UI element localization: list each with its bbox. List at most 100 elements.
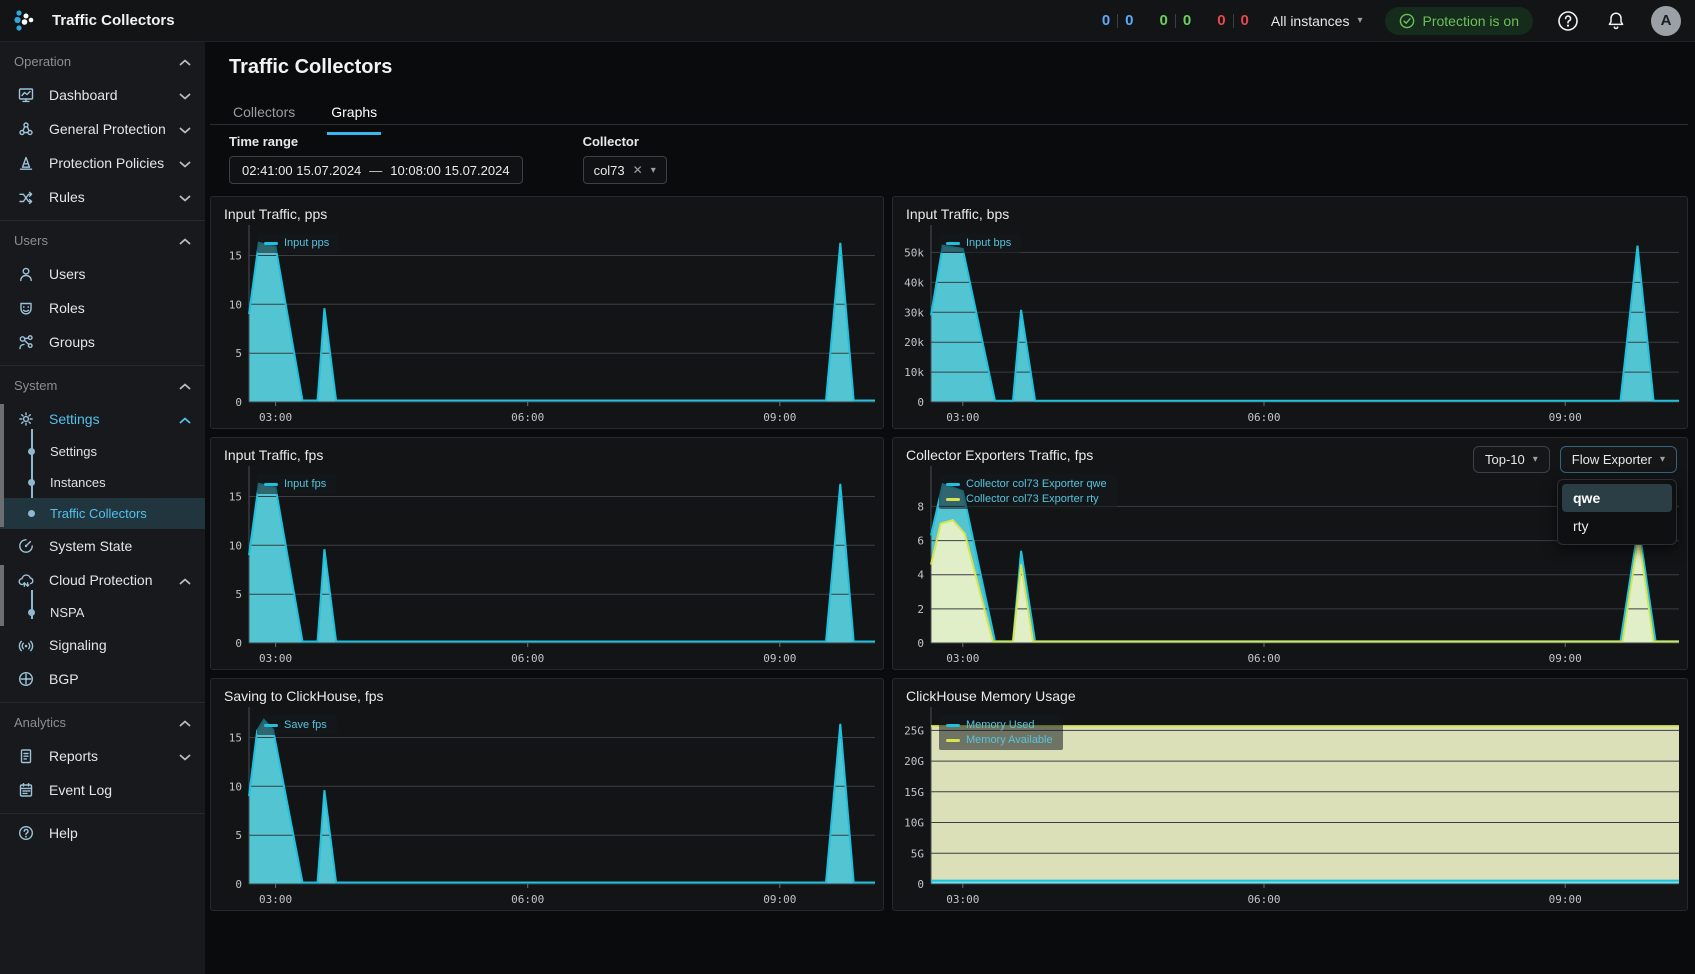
svg-text:15G: 15G: [904, 786, 924, 799]
svg-text:0: 0: [235, 637, 242, 650]
tab-collectors[interactable]: Collectors: [229, 98, 299, 135]
legend-item[interactable]: Save fps: [264, 719, 327, 731]
legend-label: Input bps: [966, 237, 1011, 249]
groups-icon: [17, 333, 35, 351]
protection-label: Protection is on: [1423, 13, 1520, 29]
sidebar-item-protection-policies[interactable]: Protection Policies: [0, 146, 205, 180]
svg-text:09:00: 09:00: [1549, 411, 1582, 424]
collector-value: col73: [594, 163, 625, 178]
event-log-icon: [17, 781, 35, 799]
svg-text:0: 0: [235, 396, 242, 409]
svg-text:10: 10: [229, 780, 242, 793]
counter-pair[interactable]: 00: [1160, 12, 1192, 29]
notifications-button[interactable]: [1603, 8, 1629, 34]
legend-item[interactable]: Collector col73 Exporter qwe: [946, 478, 1107, 490]
legend-item[interactable]: Input pps: [264, 237, 329, 249]
nav-children: NSPA: [0, 597, 205, 628]
svg-text:03:00: 03:00: [946, 652, 979, 665]
remove-collector-icon[interactable]: ✕: [633, 163, 643, 177]
section-header-analytics[interactable]: Analytics: [0, 705, 205, 739]
user-avatar[interactable]: A: [1651, 6, 1681, 36]
sidebar-item-label: Help: [49, 825, 78, 841]
sidebar-item-signaling[interactable]: Signaling: [0, 628, 205, 662]
chart-canvas: 05G10G15G20G25G03:0006:0009:00: [893, 679, 1687, 910]
signaling-icon: [17, 636, 35, 654]
sidebar-item-bgp[interactable]: BGP: [0, 662, 205, 696]
section-label: Analytics: [14, 715, 66, 730]
section-header-system[interactable]: System: [0, 368, 205, 402]
svg-text:10G: 10G: [904, 817, 924, 830]
time-range-label: Time range: [229, 134, 523, 149]
svg-text:06:00: 06:00: [511, 411, 544, 424]
legend-swatch-icon: [264, 483, 278, 486]
charts-grid: 05101503:0006:0009:00Input Traffic, ppsI…: [210, 196, 1688, 911]
flow-exporter-option-qwe[interactable]: qwe: [1562, 484, 1672, 512]
section-header-users[interactable]: Users: [0, 223, 205, 257]
counter-pair[interactable]: 00: [1217, 12, 1249, 29]
svg-text:2: 2: [917, 603, 924, 616]
svg-text:6: 6: [917, 535, 924, 548]
settings-icon: [17, 410, 35, 428]
sidebar-item-event-log[interactable]: Event Log: [0, 773, 205, 807]
chevron-down-icon: [179, 87, 191, 103]
help-button[interactable]: [1555, 8, 1581, 34]
svg-text:50k: 50k: [904, 246, 924, 259]
sidebar-subitem-label: Traffic Collectors: [50, 506, 147, 521]
svg-text:03:00: 03:00: [259, 411, 292, 424]
svg-text:5G: 5G: [911, 847, 924, 860]
flow-exporter-select[interactable]: Flow Exporter ▾: [1560, 446, 1677, 473]
counter-pair[interactable]: 00: [1102, 12, 1134, 29]
time-to-value: 10:08:00 15.07.2024: [390, 163, 509, 178]
legend-item[interactable]: Collector col73 Exporter rty: [946, 493, 1107, 505]
legend-item[interactable]: Memory Available: [946, 734, 1053, 746]
tab-graphs[interactable]: Graphs: [327, 98, 381, 135]
chart-title: Input Traffic, bps: [906, 206, 1009, 222]
top-n-label: Top-10: [1485, 452, 1525, 467]
legend-item[interactable]: Memory Used: [946, 719, 1053, 731]
sidebar-subitem-nspa[interactable]: NSPA: [0, 597, 205, 628]
collector-select[interactable]: col73 ✕ ▾: [583, 156, 667, 184]
sidebar-item-help[interactable]: Help: [0, 816, 205, 850]
sidebar-item-general-protection[interactable]: General Protection: [0, 112, 205, 146]
section-label: System: [14, 378, 57, 393]
sidebar-item-dashboard[interactable]: Dashboard: [0, 78, 205, 112]
page-title: Traffic Collectors: [229, 56, 392, 79]
svg-text:0: 0: [917, 878, 924, 891]
sidebar-item-groups[interactable]: Groups: [0, 325, 205, 359]
legend-item[interactable]: Input bps: [946, 237, 1011, 249]
legend-item[interactable]: Input fps: [264, 478, 326, 490]
chart-legend: Memory Used Memory Available: [939, 715, 1063, 750]
sidebar-item-users[interactable]: Users: [0, 257, 205, 291]
chevron-down-icon: [179, 155, 191, 171]
sidebar-item-label: Protection Policies: [49, 155, 164, 171]
legend-swatch-icon: [946, 739, 960, 742]
sidebar-item-reports[interactable]: Reports: [0, 739, 205, 773]
top-n-select[interactable]: Top-10 ▾: [1473, 446, 1550, 473]
chart-legend: Collector col73 Exporter qwe Collector co…: [939, 474, 1117, 509]
tab-bar: Collectors Graphs: [229, 98, 381, 135]
svg-text:06:00: 06:00: [1247, 893, 1280, 906]
bell-icon: [1605, 10, 1627, 32]
time-range-input[interactable]: 02:41:00 15.07.2024 — 10:08:00 15.07.202…: [229, 156, 523, 184]
chevron-down-icon: ▾: [1357, 15, 1362, 26]
svg-text:09:00: 09:00: [763, 411, 796, 424]
sidebar-subitem-settings[interactable]: Settings: [0, 436, 205, 467]
svg-text:15: 15: [229, 732, 242, 745]
protection-status-badge[interactable]: Protection is on: [1385, 7, 1534, 35]
chart-canvas: 05101503:0006:0009:00: [211, 679, 883, 910]
svg-text:8: 8: [917, 500, 924, 513]
sidebar-item-system-state[interactable]: System State: [0, 529, 205, 563]
sidebar-item-rules[interactable]: Rules: [0, 180, 205, 214]
help-icon: [17, 824, 35, 842]
sidebar-subitem-instances[interactable]: Instances: [0, 467, 205, 498]
svg-text:0: 0: [917, 637, 924, 650]
nav-section-operation: OperationDashboardGeneral Protection Prot…: [0, 42, 205, 220]
sidebar-subitem-traffic-collectors[interactable]: Traffic Collectors: [0, 498, 205, 529]
instances-selector[interactable]: All instances ▾: [1271, 13, 1363, 29]
sidebar-item-roles[interactable]: Roles: [0, 291, 205, 325]
status-counters[interactable]: 00 00 00: [1102, 12, 1249, 29]
section-header-operation[interactable]: Operation: [0, 44, 205, 78]
chevron-down-icon: ▾: [1533, 454, 1538, 465]
sidebar-subitem-label: NSPA: [50, 605, 84, 620]
flow-exporter-option-rty[interactable]: rty: [1562, 512, 1672, 540]
